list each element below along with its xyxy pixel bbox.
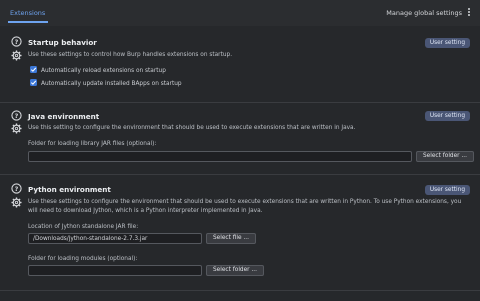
jython-jar-input[interactable]: /Downloads/jython-standalone-2.7.3.jar — [28, 233, 202, 244]
section-description: Use these settings to configure the envi… — [28, 199, 462, 214]
user-setting-badge: User setting — [424, 111, 470, 121]
help-icon[interactable]: ? — [11, 36, 22, 47]
section-description: Use this setting to configure the enviro… — [28, 125, 356, 131]
library-folder-label: Folder for loading library JAR files (op… — [28, 141, 157, 147]
checkbox-checked-icon[interactable] — [30, 79, 37, 86]
svg-text:?: ? — [15, 185, 19, 193]
gear-icon[interactable] — [11, 50, 22, 61]
jython-jar-label: Location of Jython standalone JAR file: — [28, 224, 139, 230]
checkbox-label: Automatically reload extensions on start… — [41, 68, 166, 74]
tab-extensions[interactable]: Extensions — [10, 9, 45, 17]
help-icon[interactable]: ? — [11, 183, 22, 194]
section-divider — [0, 102, 480, 103]
help-icon[interactable]: ? — [11, 110, 22, 121]
section-divider — [0, 174, 480, 175]
gear-icon[interactable] — [11, 197, 22, 208]
select-folder-button[interactable]: Select folder ... — [416, 151, 474, 162]
library-folder-input[interactable] — [28, 151, 412, 162]
select-folder-button[interactable]: Select folder ... — [206, 265, 264, 276]
section-title: Java environment — [28, 112, 100, 121]
user-setting-badge: User setting — [424, 38, 470, 48]
section-description: Use these settings to control how Burp h… — [28, 52, 233, 58]
checkbox-checked-icon[interactable] — [30, 66, 37, 73]
gear-icon[interactable] — [11, 123, 22, 134]
modules-folder-label: Folder for loading modules (optional): — [28, 256, 138, 262]
modules-folder-input[interactable] — [28, 265, 202, 276]
user-setting-badge: User setting — [424, 185, 470, 195]
reload-extensions-checkbox[interactable]: Automatically reload extensions on start… — [30, 66, 166, 76]
section-title: Startup behavior — [28, 38, 97, 47]
manage-global-settings-link[interactable]: Manage global settings — [386, 9, 462, 17]
more-options-icon[interactable] — [467, 8, 471, 18]
checkbox-label: Automatically update installed BApps on … — [41, 81, 182, 87]
svg-text:?: ? — [15, 112, 19, 120]
svg-text:?: ? — [15, 38, 19, 46]
update-bapps-checkbox[interactable]: Automatically update installed BApps on … — [30, 79, 182, 89]
section-divider — [0, 290, 480, 291]
top-bar: Extensions Manage global settings — [0, 0, 480, 26]
section-title: Python environment — [28, 185, 111, 194]
tab-active-indicator — [8, 21, 48, 23]
select-file-button[interactable]: Select file ... — [206, 233, 256, 244]
